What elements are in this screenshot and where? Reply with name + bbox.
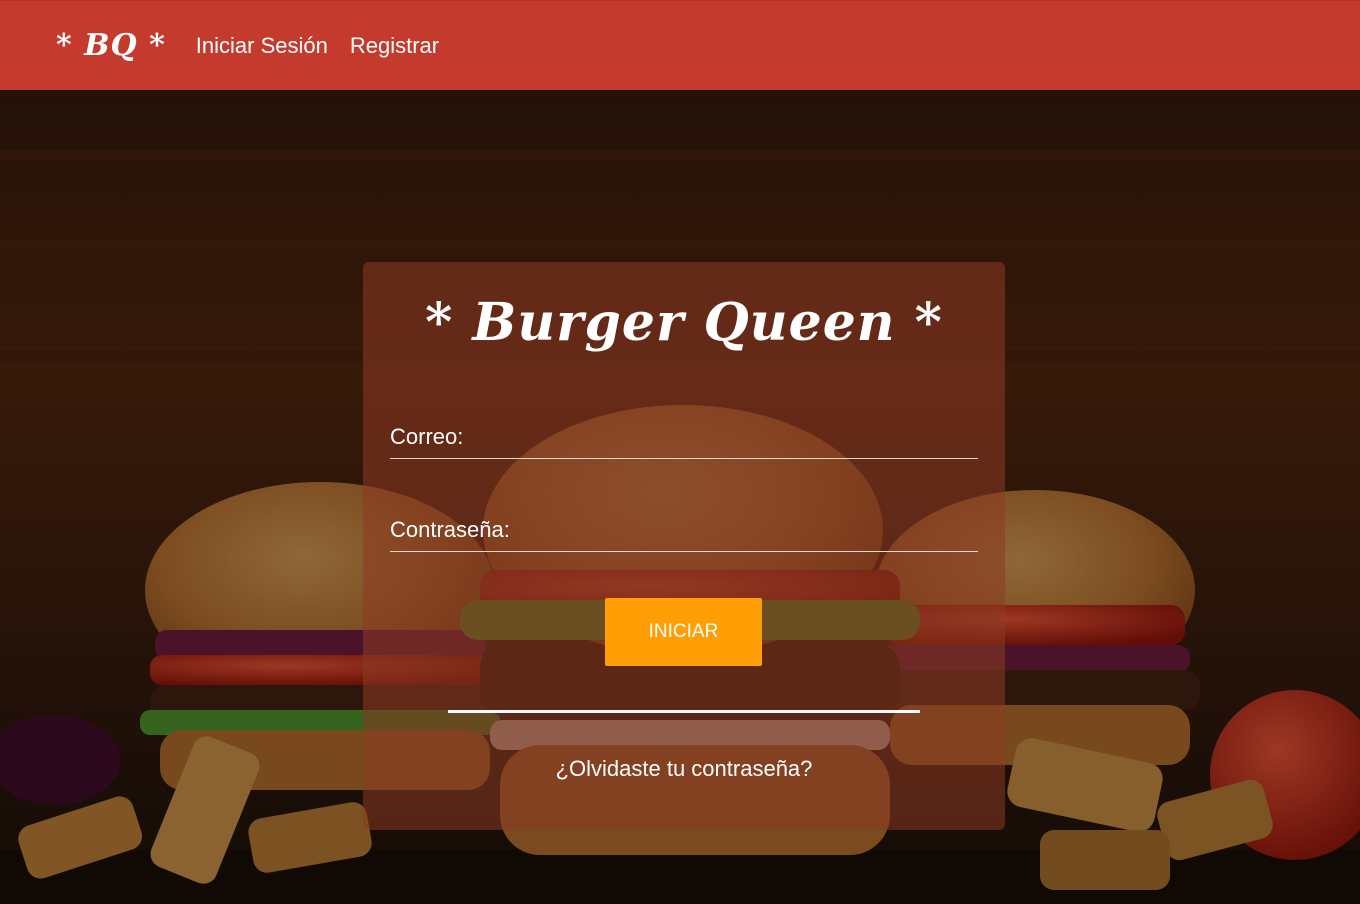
nav-link-register[interactable]: Registrar [350, 33, 439, 59]
password-field: Contraseña: [390, 511, 978, 552]
email-label: Correo: [390, 424, 464, 449]
password-label: Contraseña: [390, 517, 510, 542]
top-navbar: * BQ * Iniciar Sesión Registrar [0, 0, 1360, 90]
forgot-password-link[interactable]: ¿Olvidaste tu contraseña? [363, 756, 1005, 782]
brand-logo[interactable]: * BQ * [56, 28, 166, 63]
password-input[interactable] [522, 515, 976, 547]
email-input[interactable] [522, 422, 976, 454]
login-title: * Burger Queen * [425, 292, 943, 353]
login-card: * Burger Queen * Correo: Contraseña: INI… [363, 262, 1005, 830]
nav-link-login[interactable]: Iniciar Sesión [196, 33, 328, 59]
login-submit-button[interactable]: INICIAR [605, 598, 762, 666]
form-divider [448, 710, 920, 713]
login-page: * BQ * Iniciar Sesión Registrar * Burger… [0, 0, 1360, 904]
email-field: Correo: [390, 418, 978, 459]
